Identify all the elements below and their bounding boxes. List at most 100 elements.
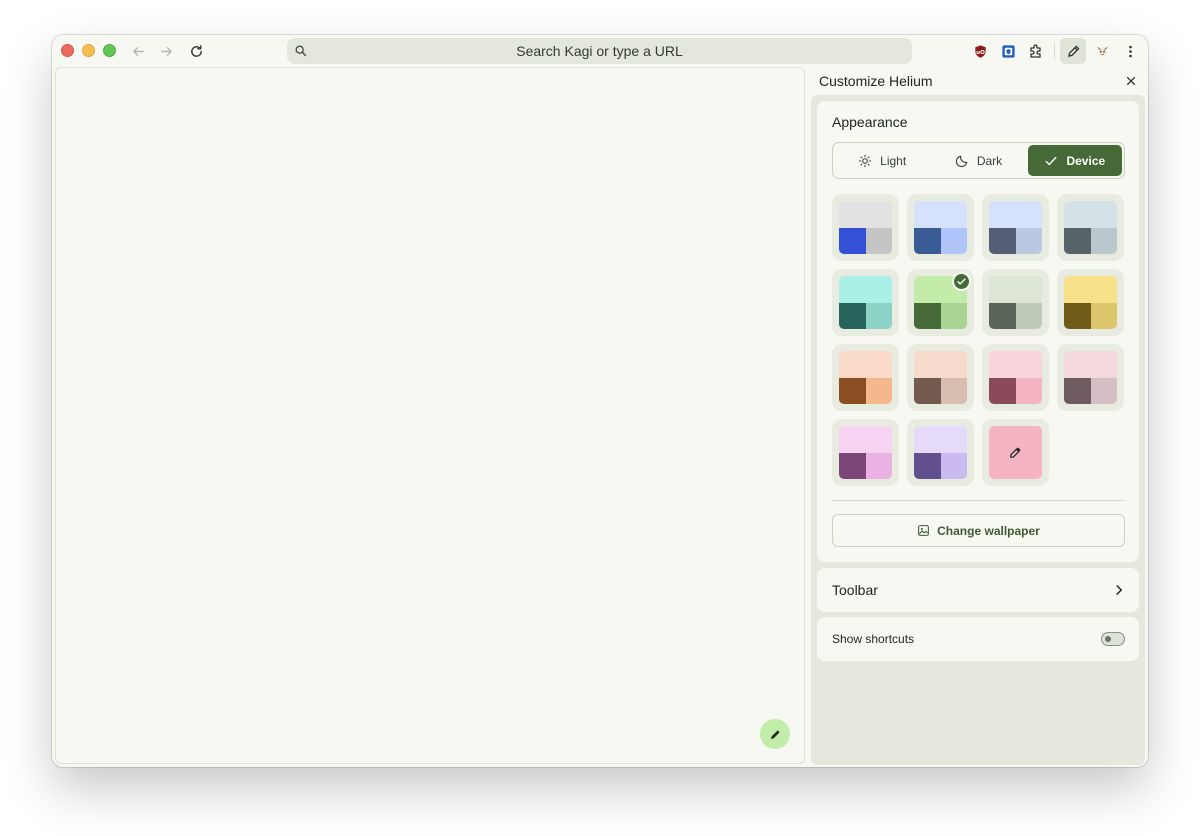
color-swatch[interactable]: [832, 344, 899, 411]
swatch-secondary-color: [941, 228, 967, 254]
swatch-primary-color: [1064, 303, 1091, 329]
search-icon: [295, 45, 307, 57]
mode-dark-button[interactable]: Dark: [931, 145, 1025, 176]
color-swatch[interactable]: [907, 344, 974, 411]
appearance-card: Appearance Light Dark Device Change wall…: [817, 101, 1139, 562]
swatch-secondary-color: [941, 453, 967, 479]
extensions-button[interactable]: [1024, 39, 1048, 63]
swatch-primary-color: [914, 303, 941, 329]
swatch-top-color: [914, 426, 967, 453]
color-swatch[interactable]: [982, 194, 1049, 261]
image-icon: [918, 525, 930, 536]
swatch-secondary-color: [1016, 378, 1042, 404]
color-swatch[interactable]: [907, 419, 974, 486]
browser-toolbar: Search Kagi or type a URL uO: [52, 35, 1148, 67]
panel-title: Customize Helium: [819, 73, 933, 89]
swatch-top-color: [839, 201, 892, 228]
panel-close-button[interactable]: [1122, 72, 1140, 90]
swatch-top-color: [914, 201, 967, 228]
mode-light-button[interactable]: Light: [835, 145, 929, 176]
swatch-preview: [1064, 276, 1117, 329]
swatch-primary-color: [989, 378, 1016, 404]
panel-header: Customize Helium: [811, 67, 1148, 95]
color-swatch[interactable]: [832, 269, 899, 336]
color-swatch[interactable]: [982, 269, 1049, 336]
menu-button[interactable]: [1118, 39, 1142, 63]
window-close-button[interactable]: [61, 44, 74, 57]
color-swatch[interactable]: [832, 419, 899, 486]
swatch-secondary-color: [866, 378, 892, 404]
show-shortcuts-toggle[interactable]: [1101, 632, 1125, 646]
sun-icon: [858, 154, 872, 167]
shield-extension-icon: [1001, 44, 1015, 58]
browser-window: Search Kagi or type a URL uO Customize H: [52, 35, 1148, 767]
swatch-secondary-color: [1091, 228, 1117, 254]
customize-fab[interactable]: [760, 719, 790, 749]
toolbar-settings-label: Toolbar: [832, 582, 878, 598]
show-shortcuts-row: Show shortcuts: [817, 617, 1139, 661]
profile-button[interactable]: [1090, 39, 1114, 63]
omnibox[interactable]: Search Kagi or type a URL: [287, 38, 912, 64]
swatch-primary-color: [914, 378, 941, 404]
close-icon: [1126, 76, 1136, 86]
swatch-primary-color: [839, 378, 866, 404]
mode-device-button[interactable]: Device: [1027, 145, 1122, 176]
bitwarden-extension-button[interactable]: [996, 39, 1020, 63]
window-maximize-button[interactable]: [103, 44, 116, 57]
color-swatch[interactable]: [1057, 344, 1124, 411]
color-swatch[interactable]: [907, 194, 974, 261]
show-shortcuts-label: Show shortcuts: [832, 632, 915, 646]
swatch-secondary-color: [1016, 228, 1042, 254]
swatch-primary-color: [839, 303, 866, 329]
swatch-preview: [989, 351, 1042, 404]
customize-button[interactable]: [1060, 38, 1086, 64]
window-minimize-button[interactable]: [82, 44, 95, 57]
swatch-top-color: [989, 276, 1042, 303]
swatch-top-color: [839, 351, 892, 378]
swatch-secondary-color: [1016, 303, 1042, 329]
mode-light-label: Light: [880, 153, 907, 168]
custom-color-swatch[interactable]: [982, 419, 1049, 486]
check-icon: [1046, 156, 1057, 165]
arrow-right-icon: [160, 46, 172, 56]
section-divider: [832, 500, 1125, 501]
eyedropper-icon: [1010, 447, 1021, 458]
swatch-secondary-color: [866, 228, 892, 254]
swatch-primary-color: [1064, 378, 1091, 404]
ublock-extension-button[interactable]: uO: [968, 39, 992, 63]
mode-dark-label: Dark: [976, 153, 1003, 168]
swatch-secondary-color: [1091, 303, 1117, 329]
color-swatch[interactable]: [982, 344, 1049, 411]
swatch-primary-color: [839, 453, 866, 479]
toggle-knob: [1105, 636, 1111, 642]
mode-device-label: Device: [1066, 153, 1106, 168]
swatch-secondary-color: [866, 453, 892, 479]
swatch-top-color: [1064, 351, 1117, 378]
more-vertical-icon: [1128, 45, 1132, 57]
swatch-top-color: [989, 351, 1042, 378]
reload-icon: [190, 44, 202, 57]
swatch-preview: [1064, 351, 1117, 404]
color-swatch-grid: [832, 194, 1125, 486]
pencil-icon: [1067, 45, 1079, 57]
swatch-preview: [839, 201, 892, 254]
swatch-preview: [839, 426, 892, 479]
toolbar-settings-row[interactable]: Toolbar: [817, 568, 1139, 612]
reload-button[interactable]: [186, 41, 206, 61]
swatch-preview: [914, 201, 967, 254]
color-swatch[interactable]: [1057, 194, 1124, 261]
swatch-top-color: [1064, 201, 1117, 228]
color-swatch[interactable]: [907, 269, 974, 336]
color-swatch[interactable]: [1057, 269, 1124, 336]
swatch-primary-color: [914, 453, 941, 479]
swatch-top-color: [914, 351, 967, 378]
swatch-secondary-color: [941, 303, 967, 329]
arrow-left-icon: [132, 46, 144, 56]
back-button[interactable]: [128, 41, 148, 61]
forward-button[interactable]: [156, 41, 176, 61]
chevron-right-icon: [1116, 585, 1122, 595]
color-swatch[interactable]: [832, 194, 899, 261]
change-wallpaper-button[interactable]: Change wallpaper: [832, 514, 1125, 547]
swatch-top-color: [989, 201, 1042, 228]
ublock-icon: uO: [974, 44, 986, 58]
